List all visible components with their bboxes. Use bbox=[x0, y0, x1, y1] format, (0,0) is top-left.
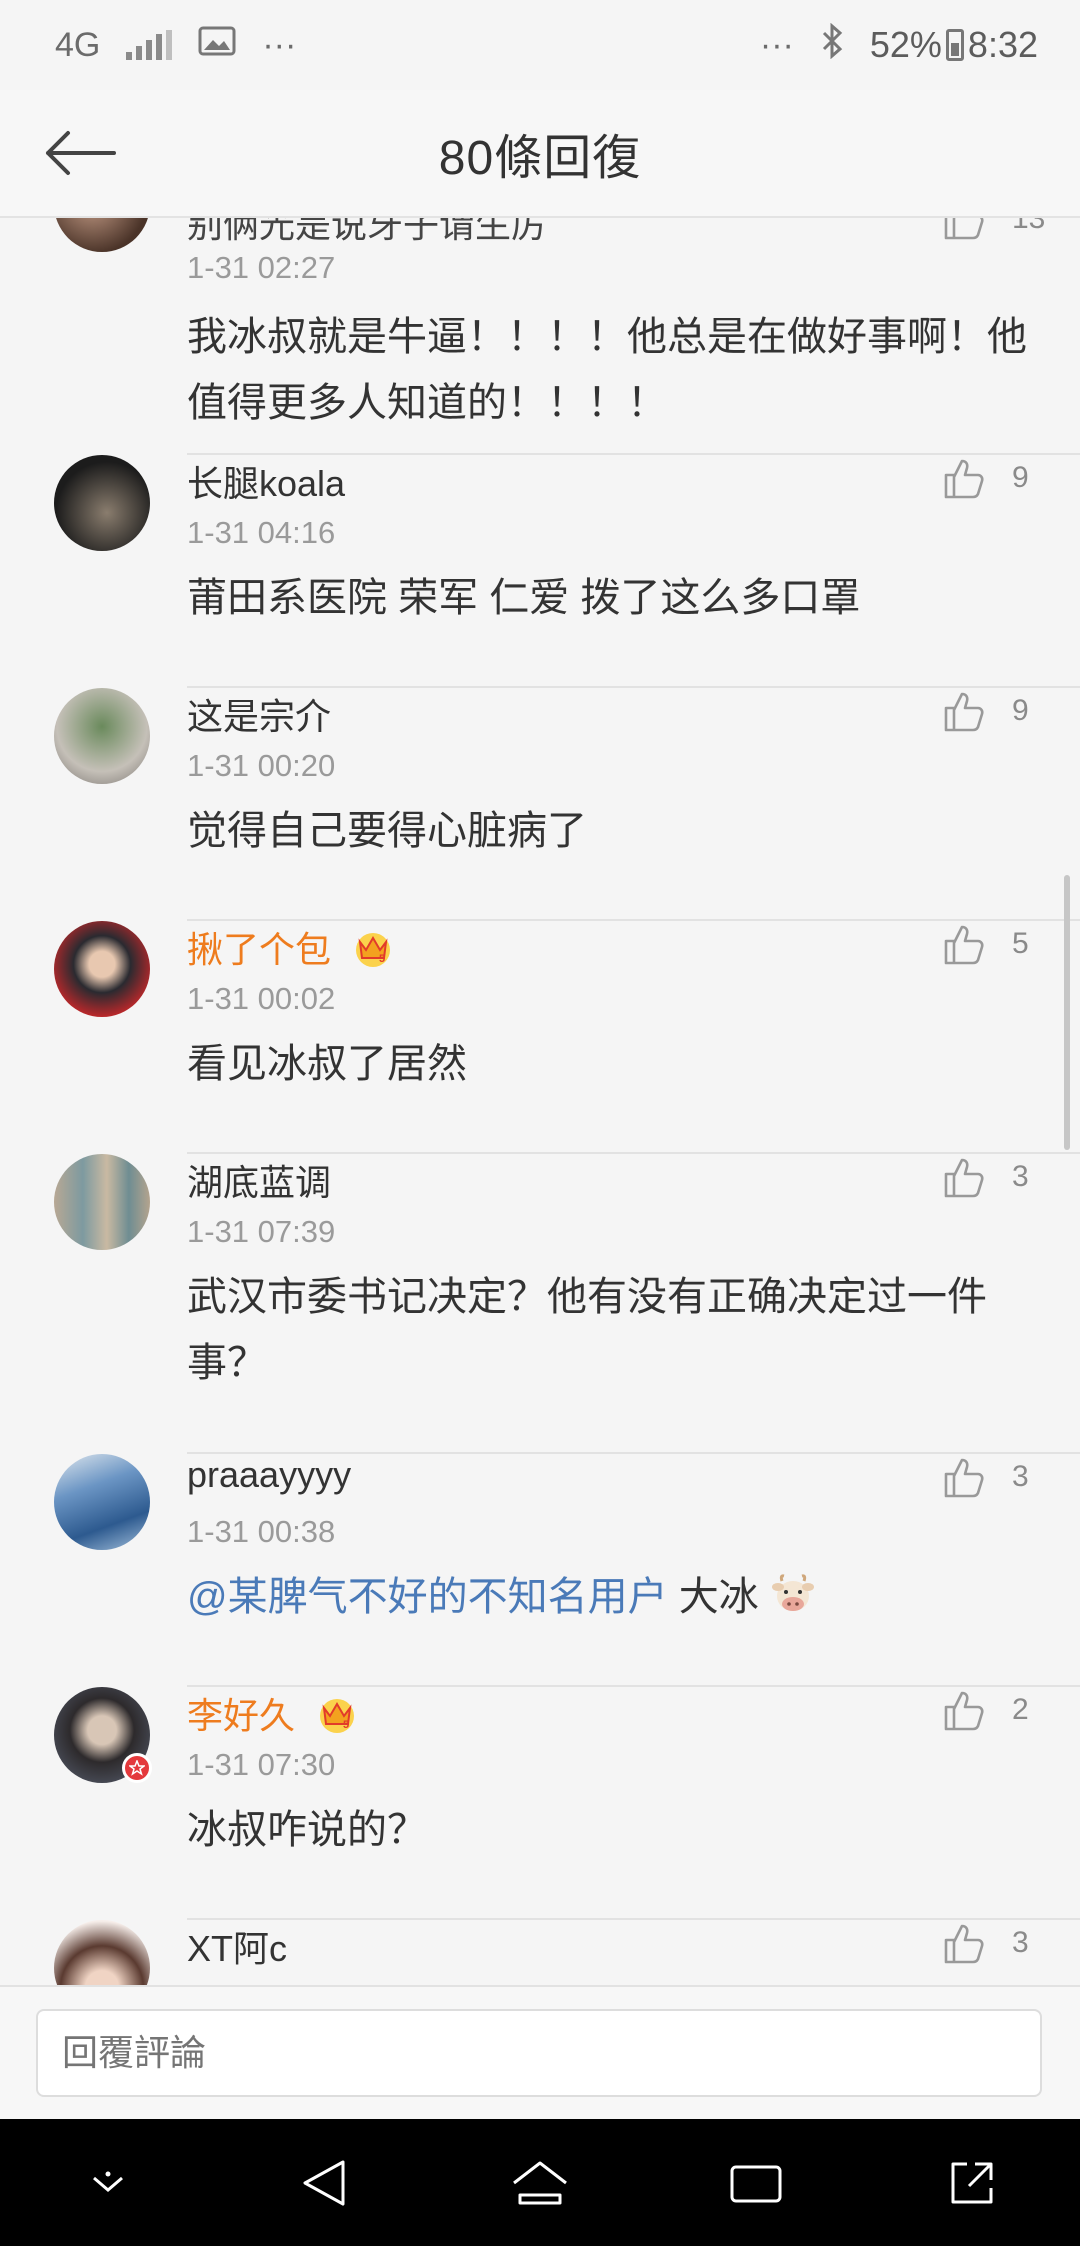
triangle-back-icon bbox=[303, 2160, 345, 2205]
like-count: 5 bbox=[1012, 927, 1029, 960]
comment-item[interactable]: 李好久 5 2 1-31 07:30 冰叔咋说的？ bbox=[0, 1687, 1080, 1920]
comment-author[interactable]: 李好久 5 bbox=[187, 1687, 359, 1739]
comment-author[interactable]: 湖底蓝调 bbox=[187, 1154, 331, 1206]
recent-apps-icon bbox=[730, 2165, 782, 2202]
comment-item[interactable]: XT阿c 3 bbox=[0, 1920, 1080, 1985]
home-icon bbox=[513, 2161, 567, 2204]
cow-emoji-icon bbox=[771, 1574, 814, 1611]
nav-expand-button[interactable] bbox=[932, 2143, 1012, 2223]
thumbs-up-icon[interactable] bbox=[940, 1454, 988, 1502]
comment-author[interactable]: XT阿c bbox=[187, 1920, 287, 1972]
status-left: 4G ··· bbox=[55, 25, 296, 65]
comment-time: 1-31 00:20 bbox=[187, 748, 336, 783]
comment-text: 觉得自己要得心脏病了 bbox=[187, 809, 587, 853]
avatar[interactable] bbox=[54, 455, 150, 551]
comment-list[interactable]: 别俩光是说牙子谓生厉 13 1-31 02:27 我冰叔就是牛逼！！！！他总是在… bbox=[0, 218, 1080, 1985]
thumbs-up-icon[interactable] bbox=[940, 921, 988, 969]
avatar[interactable] bbox=[54, 688, 150, 784]
network-type: 4G bbox=[55, 25, 101, 64]
comment-text-tail: 大冰 bbox=[667, 1575, 759, 1619]
avatar[interactable] bbox=[54, 218, 150, 252]
vip-crown-icon: 5 bbox=[356, 933, 391, 967]
comment-text: 武汉市委书记决定？他有没有正确决定过一件事？ bbox=[187, 1275, 987, 1385]
reply-input[interactable] bbox=[36, 2009, 1042, 2097]
like-count: 9 bbox=[1012, 461, 1029, 494]
comment-author[interactable]: praaayyyy bbox=[187, 1454, 351, 1496]
comment-item[interactable]: 揪了个包 5 5 1-31 00:02 看见冰叔了居然 bbox=[0, 921, 1080, 1154]
scrollbar[interactable] bbox=[1064, 875, 1070, 1150]
avatar[interactable] bbox=[54, 1454, 150, 1550]
more-status-icon: ··· bbox=[759, 25, 794, 64]
comment-author[interactable]: 长腿koala bbox=[187, 455, 345, 507]
comment-time: 1-31 07:30 bbox=[187, 1747, 336, 1782]
nav-bar bbox=[0, 2119, 1080, 2246]
status-bar: 4G ··· ··· 52% 8:32 bbox=[0, 0, 1080, 90]
image-icon bbox=[198, 25, 236, 65]
signal-icon bbox=[126, 30, 173, 60]
battery-icon bbox=[945, 29, 964, 61]
avatar[interactable] bbox=[54, 921, 150, 1017]
comment-text: 冰叔咋说的？ bbox=[187, 1808, 427, 1852]
nav-recent-button[interactable] bbox=[716, 2143, 796, 2223]
bluetooth-icon bbox=[820, 22, 844, 68]
thumbs-up-icon[interactable] bbox=[940, 1687, 988, 1735]
svg-text:5: 5 bbox=[379, 953, 385, 965]
author-name: 李好久 bbox=[187, 1695, 296, 1736]
avatar[interactable] bbox=[54, 1154, 150, 1250]
like-count: 9 bbox=[1012, 694, 1029, 727]
thumbs-up-icon[interactable] bbox=[940, 1154, 988, 1202]
comment-time: 1-31 07:39 bbox=[187, 1214, 336, 1249]
svg-text:5: 5 bbox=[343, 1719, 349, 1731]
thumbs-up-icon[interactable] bbox=[940, 455, 988, 503]
battery-group: 52% 8:32 bbox=[870, 24, 1038, 66]
comment-item[interactable]: 长腿koala 9 1-31 04:16 莆田系医院 荣军 仁爱 拨了这么多口罩 bbox=[0, 455, 1080, 688]
comment-time: 1-31 00:38 bbox=[187, 1514, 336, 1549]
vip-crown-icon: 5 bbox=[320, 1699, 355, 1733]
status-right: ··· 52% 8:32 bbox=[759, 22, 1038, 68]
comment-author[interactable]: 这是宗介 bbox=[187, 688, 331, 740]
thumbs-up-icon[interactable] bbox=[940, 1920, 988, 1968]
battery-percent: 52% bbox=[869, 24, 942, 65]
nav-hide-button[interactable] bbox=[68, 2143, 148, 2223]
comment-text: 看见冰叔了居然 bbox=[187, 1042, 467, 1086]
chevron-down-icon bbox=[93, 2171, 123, 2192]
expand-icon bbox=[951, 2162, 993, 2203]
comment-text: 我冰叔就是牛逼！！！！他总是在做好事啊！他值得更多人知道的！！！！ bbox=[187, 315, 1027, 425]
reply-bar bbox=[0, 1985, 1080, 2119]
comment-item[interactable]: praaayyyy 3 1-31 00:38 @某脾气不好的不知名用户 大冰 bbox=[0, 1454, 1080, 1687]
author-name: 揪了个包 bbox=[187, 929, 332, 970]
verified-badge-icon bbox=[122, 1753, 152, 1783]
like-count: 3 bbox=[1012, 1460, 1029, 1493]
comment-text: @某脾气不好的不知名用户 大冰 bbox=[187, 1564, 1047, 1630]
like-count: 3 bbox=[1012, 1160, 1029, 1193]
comment-time: 1-31 02:27 bbox=[187, 250, 336, 285]
page-title: 80條回復 bbox=[438, 132, 642, 185]
comment-item[interactable]: 别俩光是说牙子谓生厉 13 1-31 02:27 我冰叔就是牛逼！！！！他总是在… bbox=[0, 218, 1080, 455]
back-button[interactable] bbox=[40, 118, 120, 188]
nav-back-button[interactable] bbox=[284, 2143, 364, 2223]
back-arrow-icon bbox=[46, 131, 116, 175]
like-count: 2 bbox=[1012, 1693, 1029, 1726]
comment-time: 1-31 04:16 bbox=[187, 515, 336, 550]
comment-author[interactable]: 别俩光是说牙子谓生厉 bbox=[187, 218, 547, 248]
more-notifications-icon: ··· bbox=[262, 25, 297, 64]
comment-author[interactable]: 揪了个包 5 bbox=[187, 921, 395, 973]
avatar[interactable] bbox=[54, 1920, 150, 1985]
screen: 4G ··· ··· 52% 8:32 80條回復 别俩光是说牙子谓生厉 13 … bbox=[0, 0, 1080, 2246]
header: 80條回復 bbox=[0, 90, 1080, 218]
comment-text: 莆田系医院 荣军 仁爱 拨了这么多口罩 bbox=[187, 576, 861, 620]
like-count: 13 bbox=[1012, 218, 1046, 235]
thumbs-up-icon[interactable] bbox=[940, 218, 988, 244]
comment-item[interactable]: 这是宗介 9 1-31 00:20 觉得自己要得心脏病了 bbox=[0, 688, 1080, 921]
thumbs-up-icon[interactable] bbox=[940, 688, 988, 736]
comment-time: 1-31 00:02 bbox=[187, 981, 336, 1016]
comment-item[interactable]: 湖底蓝调 3 1-31 07:39 武汉市委书记决定？他有没有正确决定过一件事？ bbox=[0, 1154, 1080, 1454]
clock: 8:32 bbox=[967, 24, 1038, 65]
like-count: 3 bbox=[1012, 1926, 1029, 1959]
nav-home-button[interactable] bbox=[500, 2143, 580, 2223]
mention-link[interactable]: @某脾气不好的不知名用户 bbox=[187, 1575, 668, 1619]
